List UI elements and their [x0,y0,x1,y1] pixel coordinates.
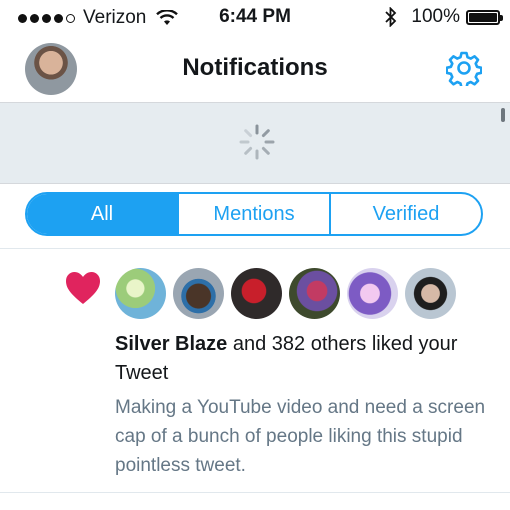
heart-icon [66,272,100,304]
liker-avatars [115,268,456,319]
gear-icon[interactable] [446,50,482,86]
notification-filter-tabs: All Mentions Verified [25,192,483,236]
avatar[interactable] [289,268,340,319]
page-title: Notifications [182,54,328,81]
loading-spinner-icon [239,124,275,160]
tab-verified[interactable]: Verified [329,194,481,234]
avatar[interactable] [405,268,456,319]
scroll-indicator [501,108,505,122]
tweet-preview[interactable]: Making a YouTube video and need a screen… [115,393,495,480]
battery-status: 100% [385,6,503,28]
notification-summary[interactable]: Silver Blaze and 382 others liked your T… [115,330,495,388]
avatar[interactable] [231,268,282,319]
status-bar: Verizon 6:44 PM 100% [0,0,510,36]
battery-icon [466,9,503,25]
pull-to-refresh [0,103,510,184]
divider [0,492,510,493]
avatar[interactable] [115,268,166,319]
avatar[interactable] [173,268,224,319]
actor-name[interactable]: Silver Blaze [115,333,227,355]
tab-mentions[interactable]: Mentions [177,194,329,234]
avatar[interactable] [347,268,398,319]
bluetooth-icon [385,7,397,27]
battery-percent: 100% [411,6,460,27]
tab-all[interactable]: All [27,194,177,234]
nav-bar: Notifications [0,36,510,103]
divider [0,248,510,249]
